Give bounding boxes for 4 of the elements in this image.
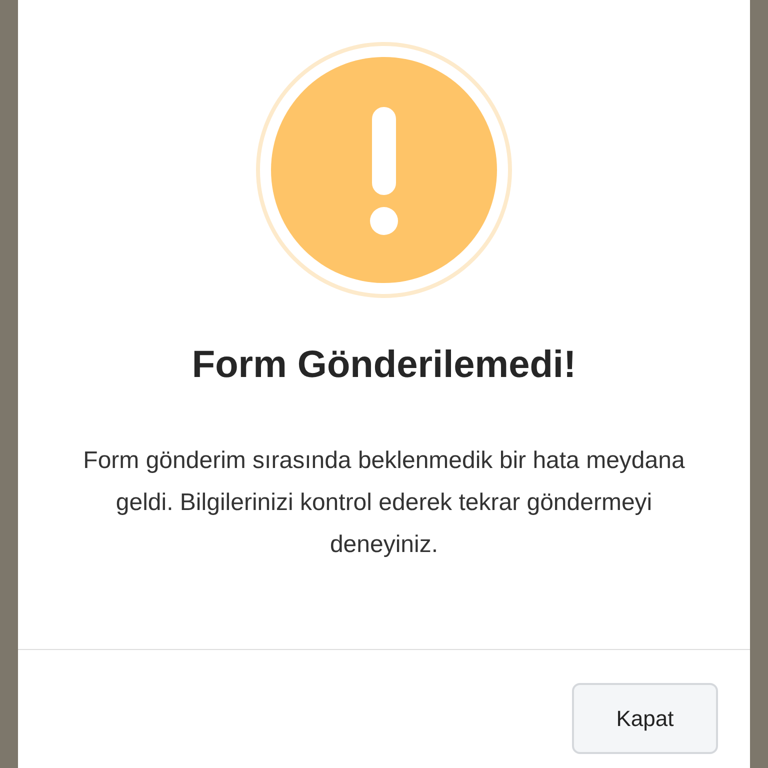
dialog-title: Form Gönderilemedi!: [190, 343, 578, 388]
close-button[interactable]: Kapat: [572, 683, 718, 754]
dialog-message: Form gönderim sırasında beklenmedik bir hata meydana geldi. Bilgilerinizi kontrol ederek tekrar göndermeyi deneyiniz.: [82, 446, 686, 560]
warning-icon: [256, 42, 512, 298]
